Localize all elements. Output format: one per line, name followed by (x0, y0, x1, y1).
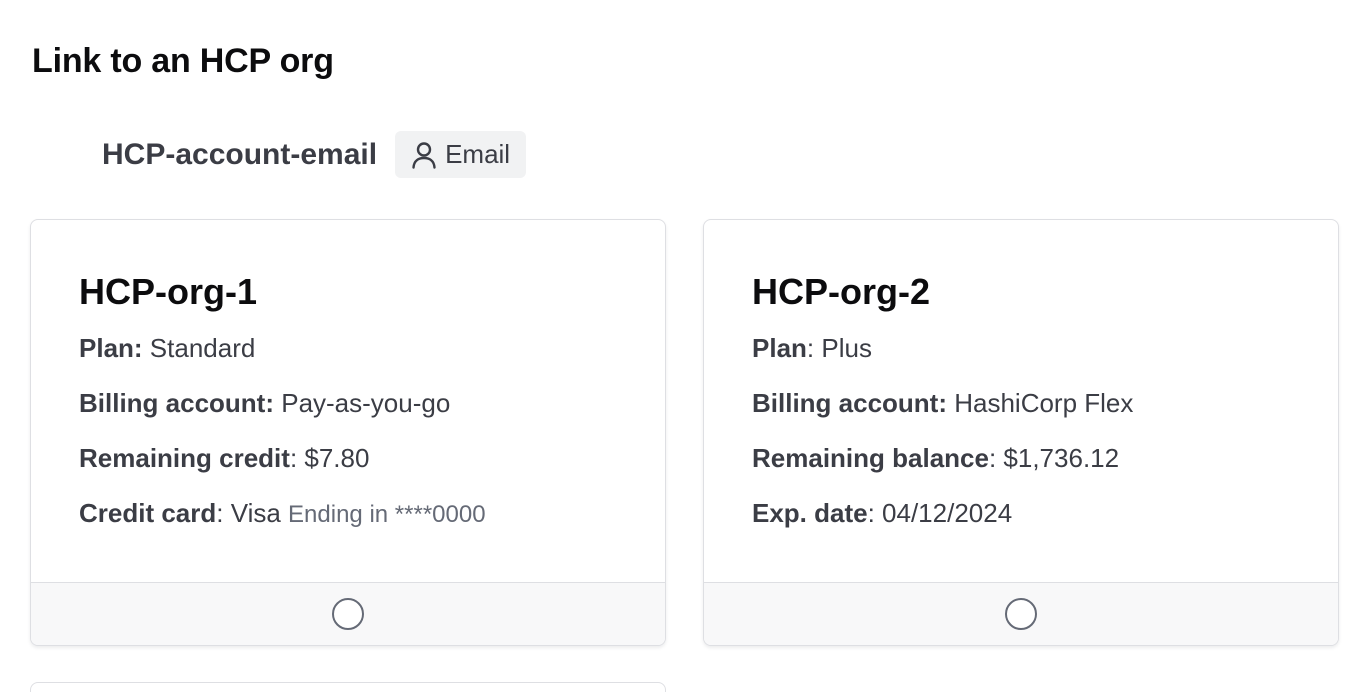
org-name: HCP-org-2 (752, 271, 930, 312)
org-card-3[interactable] (30, 682, 666, 692)
detail-value: : Plus (806, 333, 872, 363)
org-1-radio[interactable] (332, 598, 364, 630)
org-billing-account: Billing account: HashiCorp Flex (752, 387, 1338, 442)
org-plan: Plan: Standard (79, 332, 665, 387)
org-2-radio[interactable] (1005, 598, 1037, 630)
detail-label: Remaining balance (752, 443, 989, 473)
org-remaining-credit: Remaining credit: $7.80 (79, 442, 665, 497)
detail-value: : 04/12/2024 (867, 498, 1013, 528)
detail-value: : $7.80 (289, 443, 370, 473)
org-card-body: HCP-org-1 Plan: Standard Billing account… (31, 220, 665, 582)
org-exp-date: Exp. date: 04/12/2024 (752, 497, 1338, 552)
detail-label: Billing account: (79, 388, 274, 418)
detail-value: : Visa (216, 498, 289, 528)
org-card-body: HCP-org-2 Plan: Plus Billing account: Ha… (704, 220, 1338, 582)
org-card-2[interactable]: HCP-org-2 Plan: Plus Billing account: Ha… (703, 219, 1339, 646)
page: Link to an HCP org HCP-account-email Ema… (0, 0, 1354, 692)
detail-extra: Ending in ****0000 (288, 501, 486, 528)
page-title: Link to an HCP org (32, 42, 334, 80)
org-billing-account: Billing account: Pay-as-you-go (79, 387, 665, 442)
detail-value: Pay-as-you-go (274, 388, 451, 418)
detail-label: Remaining credit (79, 443, 290, 473)
org-card-footer (704, 582, 1338, 645)
email-badge: Email (395, 131, 527, 178)
org-name: HCP-org-1 (79, 271, 257, 312)
detail-value: Standard (142, 333, 256, 363)
account-email: HCP-account-email (102, 137, 378, 171)
org-remaining-balance: Remaining balance: $1,736.12 (752, 442, 1338, 497)
detail-label: Plan (752, 333, 807, 363)
detail-label: Exp. date (752, 498, 868, 528)
detail-label: Billing account: (752, 388, 947, 418)
account-row: HCP-account-email Email (102, 131, 527, 178)
detail-label: Credit card (79, 498, 217, 528)
detail-value: HashiCorp Flex (947, 388, 1134, 418)
org-plan: Plan: Plus (752, 332, 1338, 387)
detail-value: : $1,736.12 (988, 443, 1120, 473)
email-badge-label: Email (445, 139, 511, 169)
org-card-footer (31, 582, 665, 645)
org-credit-card: Credit card: Visa Ending in ****0000 (79, 497, 665, 552)
user-icon (411, 141, 437, 169)
org-card-1[interactable]: HCP-org-1 Plan: Standard Billing account… (30, 219, 666, 646)
detail-label: Plan: (79, 333, 143, 363)
